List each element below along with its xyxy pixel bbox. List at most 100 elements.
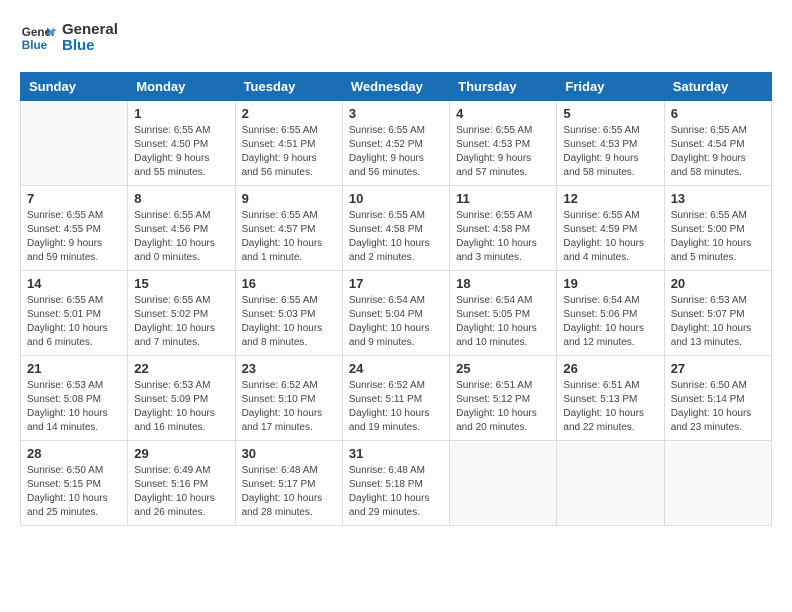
day-number: 27 xyxy=(671,361,765,376)
day-number: 26 xyxy=(563,361,657,376)
day-info: Sunrise: 6:55 AM Sunset: 4:56 PM Dayligh… xyxy=(134,209,228,265)
calendar-day-cell: 27 Sunrise: 6:50 AM Sunset: 5:14 PM Dayli… xyxy=(664,356,771,441)
day-info: Sunrise: 6:52 AM Sunset: 5:11 PM Dayligh… xyxy=(349,379,443,435)
calendar-day-cell: 30 Sunrise: 6:48 AM Sunset: 5:17 PM Dayli… xyxy=(235,441,342,526)
day-number: 23 xyxy=(242,361,336,376)
day-info: Sunrise: 6:50 AM Sunset: 5:14 PM Dayligh… xyxy=(671,379,765,435)
calendar-day-cell xyxy=(664,441,771,526)
day-number: 14 xyxy=(27,276,121,291)
svg-text:Blue: Blue xyxy=(22,39,48,52)
logo: General Blue General Blue xyxy=(20,20,118,56)
day-info: Sunrise: 6:55 AM Sunset: 4:54 PM Dayligh… xyxy=(671,124,765,180)
day-number: 29 xyxy=(134,446,228,461)
calendar-day-cell: 2 Sunrise: 6:55 AM Sunset: 4:51 PM Daylig… xyxy=(235,101,342,186)
day-number: 5 xyxy=(563,106,657,121)
day-number: 12 xyxy=(563,191,657,206)
calendar-day-cell: 7 Sunrise: 6:55 AM Sunset: 4:55 PM Daylig… xyxy=(21,186,128,271)
calendar-day-cell xyxy=(21,101,128,186)
weekday-header-cell: Sunday xyxy=(21,73,128,101)
calendar-day-cell: 12 Sunrise: 6:55 AM Sunset: 4:59 PM Dayli… xyxy=(557,186,664,271)
logo-icon: General Blue xyxy=(20,20,56,56)
calendar-day-cell: 1 Sunrise: 6:55 AM Sunset: 4:50 PM Daylig… xyxy=(128,101,235,186)
weekday-header-cell: Wednesday xyxy=(342,73,449,101)
day-number: 18 xyxy=(456,276,550,291)
day-number: 17 xyxy=(349,276,443,291)
day-number: 2 xyxy=(242,106,336,121)
calendar-day-cell: 16Sunrise: 6:55 AM Sunset: 5:03 PM Dayli… xyxy=(235,271,342,356)
calendar-week-row: 14 Sunrise: 6:55 AM Sunset: 5:01 PM Dayli… xyxy=(21,271,772,356)
page-header: General Blue General Blue xyxy=(20,20,772,56)
day-info: Sunrise: 6:55 AM Sunset: 4:50 PM Dayligh… xyxy=(134,124,228,180)
calendar-table: SundayMondayTuesdayWednesdayThursdayFrid… xyxy=(20,72,772,526)
day-number: 7 xyxy=(27,191,121,206)
day-info: Sunrise: 6:55 AM Sunset: 5:01 PM Dayligh… xyxy=(27,294,121,350)
calendar-day-cell: 5 Sunrise: 6:55 AM Sunset: 4:53 PM Daylig… xyxy=(557,101,664,186)
day-number: 9 xyxy=(242,191,336,206)
day-info: Sunrise: 6:53 AM Sunset: 5:08 PM Dayligh… xyxy=(27,379,121,435)
day-number: 8 xyxy=(134,191,228,206)
day-info: Sunrise: 6:53 AM Sunset: 5:09 PM Dayligh… xyxy=(134,379,228,435)
logo-text-general: General xyxy=(62,22,118,39)
day-info: Sunrise: 6:55 AM Sunset: 5:00 PM Dayligh… xyxy=(671,209,765,265)
day-number: 31 xyxy=(349,446,443,461)
day-info: Sunrise: 6:54 AM Sunset: 5:04 PM Dayligh… xyxy=(349,294,443,350)
calendar-week-row: 7 Sunrise: 6:55 AM Sunset: 4:55 PM Daylig… xyxy=(21,186,772,271)
day-info: Sunrise: 6:55 AM Sunset: 5:02 PM Dayligh… xyxy=(134,294,228,350)
day-number: 6 xyxy=(671,106,765,121)
day-info: Sunrise: 6:48 AM Sunset: 5:17 PM Dayligh… xyxy=(242,464,336,520)
day-number: 24 xyxy=(349,361,443,376)
day-number: 10 xyxy=(349,191,443,206)
day-number: 13 xyxy=(671,191,765,206)
day-info: Sunrise: 6:55 AM Sunset: 4:58 PM Dayligh… xyxy=(349,209,443,265)
day-number: 28 xyxy=(27,446,121,461)
day-number: 15 xyxy=(134,276,228,291)
calendar-day-cell: 4 Sunrise: 6:55 AM Sunset: 4:53 PM Daylig… xyxy=(450,101,557,186)
calendar-day-cell: 17 Sunrise: 6:54 AM Sunset: 5:04 PM Dayli… xyxy=(342,271,449,356)
day-info: Sunrise: 6:55 AM Sunset: 4:53 PM Dayligh… xyxy=(563,124,657,180)
calendar-day-cell xyxy=(450,441,557,526)
calendar-day-cell: 25Sunrise: 6:51 AM Sunset: 5:12 PM Dayli… xyxy=(450,356,557,441)
calendar-day-cell: 24 Sunrise: 6:52 AM Sunset: 5:11 PM Dayli… xyxy=(342,356,449,441)
calendar-day-cell: 8 Sunrise: 6:55 AM Sunset: 4:56 PM Daylig… xyxy=(128,186,235,271)
calendar-day-cell: 6 Sunrise: 6:55 AM Sunset: 4:54 PM Daylig… xyxy=(664,101,771,186)
day-info: Sunrise: 6:51 AM Sunset: 5:13 PM Dayligh… xyxy=(563,379,657,435)
day-info: Sunrise: 6:55 AM Sunset: 4:55 PM Dayligh… xyxy=(27,209,121,265)
day-number: 21 xyxy=(27,361,121,376)
day-info: Sunrise: 6:55 AM Sunset: 4:57 PM Dayligh… xyxy=(242,209,336,265)
day-info: Sunrise: 6:53 AM Sunset: 5:07 PM Dayligh… xyxy=(671,294,765,350)
calendar-day-cell: 20 Sunrise: 6:53 AM Sunset: 5:07 PM Dayli… xyxy=(664,271,771,356)
day-info: Sunrise: 6:50 AM Sunset: 5:15 PM Dayligh… xyxy=(27,464,121,520)
weekday-header-cell: Thursday xyxy=(450,73,557,101)
day-info: Sunrise: 6:48 AM Sunset: 5:18 PM Dayligh… xyxy=(349,464,443,520)
day-number: 30 xyxy=(242,446,336,461)
weekday-header-cell: Friday xyxy=(557,73,664,101)
calendar-day-cell: 23Sunrise: 6:52 AM Sunset: 5:10 PM Dayli… xyxy=(235,356,342,441)
day-number: 4 xyxy=(456,106,550,121)
calendar-week-row: 1 Sunrise: 6:55 AM Sunset: 4:50 PM Daylig… xyxy=(21,101,772,186)
calendar-day-cell xyxy=(557,441,664,526)
day-info: Sunrise: 6:55 AM Sunset: 4:58 PM Dayligh… xyxy=(456,209,550,265)
day-number: 22 xyxy=(134,361,228,376)
day-number: 11 xyxy=(456,191,550,206)
day-info: Sunrise: 6:51 AM Sunset: 5:12 PM Dayligh… xyxy=(456,379,550,435)
calendar-week-row: 28 Sunrise: 6:50 AM Sunset: 5:15 PM Dayli… xyxy=(21,441,772,526)
calendar-day-cell: 29Sunrise: 6:49 AM Sunset: 5:16 PM Dayli… xyxy=(128,441,235,526)
day-number: 20 xyxy=(671,276,765,291)
calendar-day-cell: 11 Sunrise: 6:55 AM Sunset: 4:58 PM Dayli… xyxy=(450,186,557,271)
calendar-header: SundayMondayTuesdayWednesdayThursdayFrid… xyxy=(21,73,772,101)
weekday-header-row: SundayMondayTuesdayWednesdayThursdayFrid… xyxy=(21,73,772,101)
weekday-header-cell: Tuesday xyxy=(235,73,342,101)
calendar-week-row: 21 Sunrise: 6:53 AM Sunset: 5:08 PM Dayli… xyxy=(21,356,772,441)
calendar-day-cell: 28 Sunrise: 6:50 AM Sunset: 5:15 PM Dayli… xyxy=(21,441,128,526)
day-info: Sunrise: 6:55 AM Sunset: 4:51 PM Dayligh… xyxy=(242,124,336,180)
day-info: Sunrise: 6:55 AM Sunset: 4:53 PM Dayligh… xyxy=(456,124,550,180)
calendar-day-cell: 3 Sunrise: 6:55 AM Sunset: 4:52 PM Daylig… xyxy=(342,101,449,186)
calendar-day-cell: 31 Sunrise: 6:48 AM Sunset: 5:18 PM Dayli… xyxy=(342,441,449,526)
day-info: Sunrise: 6:55 AM Sunset: 4:59 PM Dayligh… xyxy=(563,209,657,265)
calendar-day-cell: 22 Sunrise: 6:53 AM Sunset: 5:09 PM Dayli… xyxy=(128,356,235,441)
day-info: Sunrise: 6:54 AM Sunset: 5:05 PM Dayligh… xyxy=(456,294,550,350)
day-number: 3 xyxy=(349,106,443,121)
day-number: 1 xyxy=(134,106,228,121)
day-info: Sunrise: 6:55 AM Sunset: 4:52 PM Dayligh… xyxy=(349,124,443,180)
calendar-day-cell: 19Sunrise: 6:54 AM Sunset: 5:06 PM Dayli… xyxy=(557,271,664,356)
